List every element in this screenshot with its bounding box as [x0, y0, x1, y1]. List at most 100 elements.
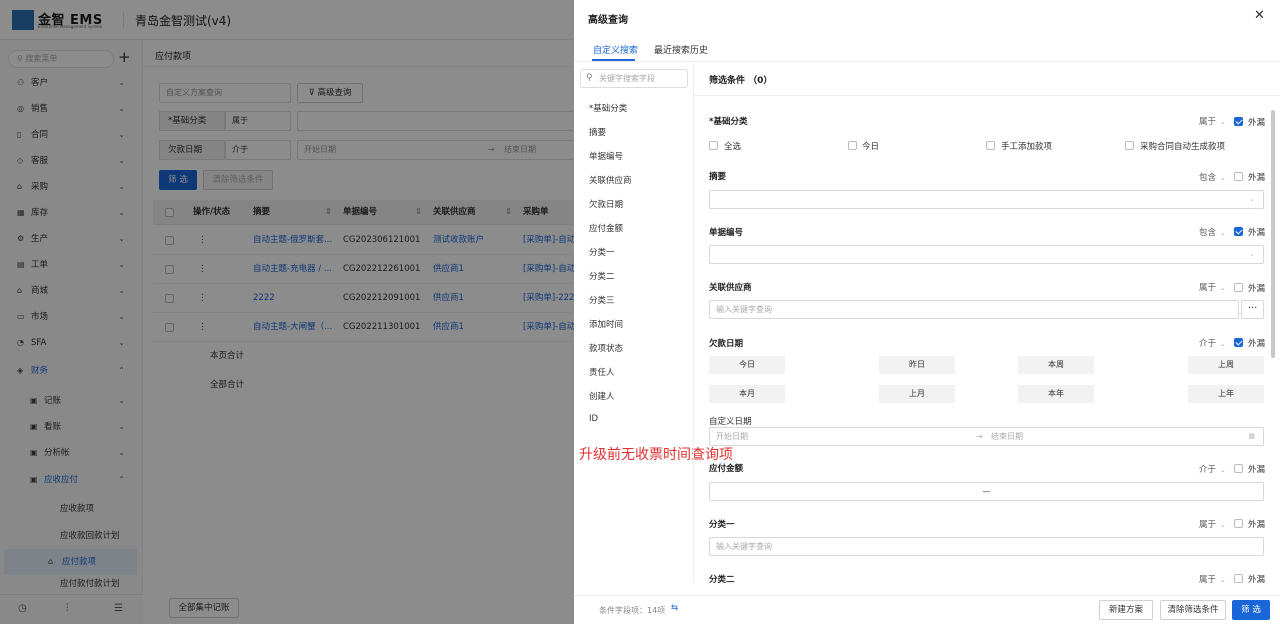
scrollbar[interactable] [1271, 110, 1275, 358]
option-checkbox[interactable] [1125, 141, 1134, 150]
field-label: 摘要 [709, 172, 727, 182]
summary-select[interactable]: ⌄ [709, 190, 1264, 209]
expose-label: 外漏 [1248, 339, 1266, 349]
divider [693, 62, 694, 582]
expose-checkbox[interactable] [1234, 172, 1243, 181]
operator-label: 属于 [1199, 520, 1217, 530]
operator-label: 介于 [1199, 465, 1217, 475]
operator-select[interactable]: 属于 ⌄ [1199, 573, 1226, 585]
expose-checkbox[interactable] [1234, 227, 1243, 236]
chevron-down-icon: ⌄ [1220, 174, 1226, 182]
field-list-item[interactable]: 款项状态 [589, 342, 623, 354]
expose-checkbox[interactable] [1234, 574, 1243, 583]
operator-label: 介于 [1199, 339, 1217, 349]
operator-select[interactable]: 介于 ⌄ [1199, 463, 1226, 475]
clear-filter-button[interactable]: 清除筛选条件 [1160, 600, 1226, 620]
quick-date-this-week[interactable]: 本周 [1018, 356, 1094, 374]
field-list-item[interactable]: 关联供应商 [589, 174, 632, 186]
arrow-right-icon: → [976, 432, 983, 441]
option-label: 采购合同自动生成款项 [1140, 142, 1226, 152]
close-icon[interactable]: ✕ [1254, 8, 1265, 23]
option-checkbox[interactable] [848, 141, 857, 150]
modal-overlay[interactable] [0, 0, 574, 624]
category1-input[interactable]: 输入关键字查询 [709, 537, 1264, 556]
quick-date-yesterday[interactable]: 昨日 [879, 356, 955, 374]
quick-date-today[interactable]: 今日 [709, 356, 785, 374]
field-settings-icon[interactable]: ⇆ [671, 603, 678, 613]
operator-select[interactable]: 介于 ⌄ [1199, 337, 1226, 349]
quick-date-last-week[interactable]: 上周 [1188, 356, 1264, 374]
field-list-item[interactable]: 摘要 [589, 126, 606, 138]
field-list-item[interactable]: 分类二 [589, 270, 615, 282]
drawer-footer: 条件字段项：14项 ⇆ 新建方案 清除筛选条件 筛 选 [574, 595, 1280, 624]
chevron-down-icon: ⌄ [1220, 340, 1226, 348]
custom-date-range[interactable]: 开始日期 → 结束日期 ▦ [709, 427, 1264, 446]
expose-label: 外漏 [1248, 173, 1266, 183]
expose-checkbox[interactable] [1234, 117, 1243, 126]
field-label: 关联供应商 [709, 283, 752, 293]
new-scheme-button[interactable]: 新建方案 [1099, 600, 1153, 620]
field-label: 分类一 [709, 520, 735, 530]
more-options-button[interactable]: ··· [1241, 300, 1264, 319]
field-count: 条件字段项：14项 [599, 606, 666, 615]
drawer-title: 高级查询 [588, 15, 628, 26]
option-checkbox[interactable] [709, 141, 718, 150]
expose-label: 外漏 [1248, 520, 1266, 530]
end-date: 结束日期 [991, 432, 1023, 441]
field-search-placeholder: 关键字搜索字段 [599, 74, 655, 83]
operator-select[interactable]: 属于 ⌄ [1199, 115, 1226, 127]
tab-search-history[interactable]: 最近搜索历史 [654, 43, 708, 56]
field-label: 分类二 [709, 575, 735, 585]
field-list-item[interactable]: *基础分类 [589, 102, 627, 114]
expose-label: 外漏 [1248, 118, 1266, 128]
tab-custom-search[interactable]: 自定义搜索 [593, 43, 638, 56]
operator-label: 属于 [1199, 283, 1217, 293]
conditions-title: 筛选条件 （0） [709, 76, 773, 86]
expose-checkbox[interactable] [1234, 519, 1243, 528]
field-list-item[interactable]: 单据编号 [589, 150, 623, 162]
quick-date-this-month[interactable]: 本月 [709, 385, 785, 403]
field-list-item[interactable]: 分类三 [589, 294, 615, 306]
amount-range-input[interactable]: — [709, 482, 1264, 501]
field-label: 欠款日期 [709, 339, 744, 349]
start-date: 开始日期 [716, 432, 748, 441]
chevron-down-icon: ⌄ [1220, 284, 1226, 292]
field-list-item[interactable]: 分类一 [589, 246, 615, 258]
supplier-input[interactable]: 输入关键字查询 [709, 300, 1239, 319]
field-list-item[interactable]: 创建人 [589, 390, 615, 402]
operator-select[interactable]: 属于 ⌄ [1199, 281, 1226, 293]
calendar-icon: ▦ [1248, 432, 1255, 440]
option-label: 今日 [862, 142, 880, 152]
field-list-item[interactable]: 欠款日期 [589, 198, 623, 210]
divider [693, 95, 1280, 96]
custom-date-label: 自定义日期 [709, 417, 752, 427]
quick-date-last-month[interactable]: 上月 [879, 385, 955, 403]
quick-date-this-year[interactable]: 本年 [1018, 385, 1094, 403]
field-list-item[interactable]: ID [589, 414, 598, 424]
divider [574, 61, 1280, 62]
operator-select[interactable]: 包含 ⌄ [1199, 226, 1226, 238]
field-search-input[interactable]: ⚲ 关键字搜索字段 [580, 69, 688, 88]
search-icon: ⚲ [586, 73, 593, 83]
document-number-select[interactable]: ⌄ [709, 245, 1264, 264]
app-window: 金智 EMS Enterprise Management System 青岛金智… [0, 0, 1280, 624]
expose-label: 外漏 [1248, 575, 1266, 585]
expose-checkbox[interactable] [1234, 283, 1243, 292]
operator-select[interactable]: 包含 ⌄ [1199, 171, 1226, 183]
operator-label: 包含 [1199, 173, 1217, 183]
operator-label: 属于 [1199, 575, 1217, 585]
expose-label: 外漏 [1248, 228, 1266, 238]
operator-label: 属于 [1199, 117, 1217, 127]
field-list-item[interactable]: 添加时间 [589, 318, 623, 330]
expose-checkbox[interactable] [1234, 464, 1243, 473]
option-checkbox[interactable] [986, 141, 995, 150]
field-list-item[interactable]: 应付金额 [589, 222, 623, 234]
filter-button[interactable]: 筛 选 [1232, 600, 1270, 620]
quick-date-last-year[interactable]: 上年 [1188, 385, 1264, 403]
operator-select[interactable]: 属于 ⌄ [1199, 518, 1226, 530]
field-list-item[interactable]: 责任人 [589, 366, 615, 378]
chevron-down-icon: ⌄ [1220, 229, 1226, 237]
field-label: 应付金额 [709, 464, 744, 474]
chevron-down-icon: ⌄ [1220, 576, 1226, 584]
expose-checkbox[interactable] [1234, 338, 1243, 347]
